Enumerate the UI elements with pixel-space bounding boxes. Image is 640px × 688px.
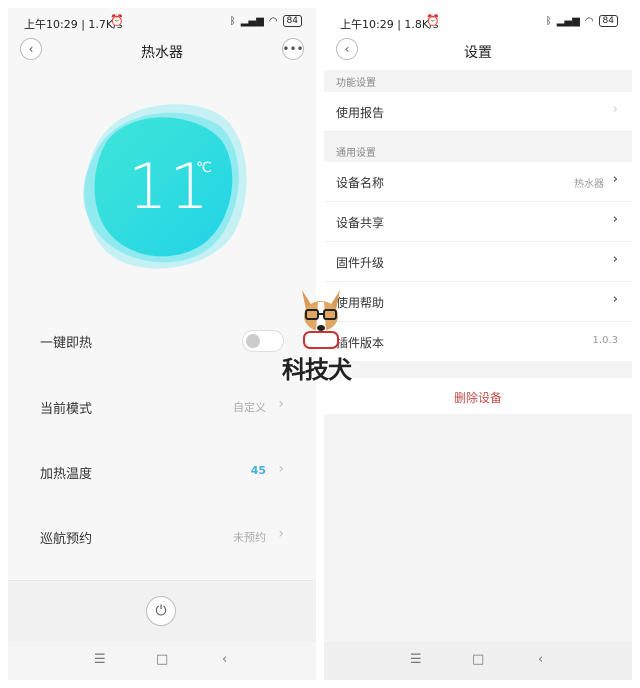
system-icons: ᛒ ▂▄▆ ◠ 84 [230, 15, 302, 27]
section-header-text: 通用设置 [336, 148, 376, 159]
home-nav-icon[interactable]: □ [472, 652, 484, 667]
system-nav-bar: ☰ □ ‹ [8, 642, 316, 680]
system-nav-bar: ☰ □ ‹ [324, 642, 632, 680]
heating-temperature-value: 45 [250, 464, 266, 477]
temperature-unit: ℃ [196, 160, 212, 176]
more-button[interactable]: ••• [282, 38, 304, 60]
cruise-schedule-value: 未预约 [233, 531, 266, 544]
delete-device-label: 删除设备 [453, 391, 502, 405]
list-item-plugin-version: 插件版本 1.0.3 [324, 322, 632, 361]
menu-nav-icon[interactable]: ☰ [410, 652, 422, 667]
chevron-right-icon: › [612, 292, 618, 307]
wifi-icon: ◠ [584, 15, 594, 27]
status-time: 上午10:29 | 1.7K/s [24, 18, 123, 31]
list-item-device-sharing[interactable]: 设备共享 › [324, 202, 632, 242]
status-bar: 上午10:29 | 1.7K/s ⏰ ᛒ ▂▄▆ ◠ 84 [8, 8, 316, 36]
system-icons: ᛒ ▂▄▆ ◠ 84 [546, 15, 618, 27]
item-label: 使用报告 [336, 106, 385, 120]
list-item-usage-report[interactable]: 使用报告 › [324, 92, 632, 132]
chevron-right-icon: › [612, 212, 618, 227]
current-mode-label: 当前模式 [40, 402, 93, 417]
cruise-schedule-row[interactable]: 巡航预约 未预约 › [8, 516, 316, 556]
section-header-text: 功能设置 [336, 78, 376, 89]
list-item-device-name[interactable]: 设备名称 热水器 › [324, 162, 632, 202]
settings-screen: 上午10:29 | 1.8K/s ⏰ ᛒ ▂▄▆ ◠ 84 ‹ 设置 功能设置 … [324, 8, 632, 680]
power-icon: ⏻ [155, 603, 167, 619]
cruise-schedule-label: 巡航预约 [40, 532, 93, 547]
menu-nav-icon[interactable]: ☰ [94, 652, 106, 667]
page-title: 热水器 [141, 45, 183, 61]
toggle-knob [246, 334, 260, 348]
quick-heat-label: 一键即热 [40, 336, 93, 351]
general-list: 设备名称 热水器 › 设备共享 › 固件升级 › 使用帮助 › 插件版本 1.0… [324, 162, 632, 361]
home-nav-icon[interactable]: □ [156, 652, 168, 667]
bluetooth-icon: ᛒ [545, 15, 552, 27]
back-nav-icon[interactable]: ‹ [222, 652, 227, 667]
current-mode-row[interactable]: 当前模式 自定义 › [8, 386, 316, 426]
chevron-right-icon: › [612, 102, 618, 117]
watermark: 科技犬 [276, 288, 366, 388]
chevron-right-icon: › [278, 526, 284, 542]
power-area: ⏻ [8, 580, 316, 643]
list-item-help[interactable]: 使用帮助 › [324, 282, 632, 322]
delete-device-button[interactable]: 删除设备 [324, 378, 632, 414]
heating-temperature-row[interactable]: 加热温度 45 › [8, 451, 316, 491]
item-label: 设备共享 [336, 216, 385, 230]
power-button[interactable]: ⏻ [146, 596, 176, 626]
alarm-icon: ⏰ [110, 14, 124, 27]
title-bar: ‹ 设置 [324, 36, 632, 70]
chevron-right-icon: › [612, 252, 618, 267]
list-item-firmware-upgrade[interactable]: 固件升级 › [324, 242, 632, 282]
wifi-icon: ◠ [268, 15, 278, 27]
more-dots-icon: ••• [282, 42, 304, 56]
item-label: 设备名称 [336, 176, 385, 190]
signal-icon: ▂▄▆ [556, 15, 580, 27]
status-time: 上午10:29 | 1.8K/s [340, 18, 439, 31]
alarm-icon: ⏰ [426, 14, 440, 27]
signal-icon: ▂▄▆ [240, 15, 264, 27]
item-label: 固件升级 [336, 256, 385, 270]
corgi-logo-icon [302, 290, 340, 349]
chevron-right-icon: › [612, 172, 618, 187]
back-nav-icon[interactable]: ‹ [538, 652, 543, 667]
watermark-text: 科技犬 [282, 355, 352, 384]
section-header-general: 通用设置 [324, 140, 632, 162]
current-mode-value: 自定义 [233, 401, 266, 414]
item-value: 热水器 [574, 179, 604, 190]
item-value: 1.0.3 [592, 335, 618, 346]
water-heater-screen: 上午10:29 | 1.7K/s ⏰ ᛒ ▂▄▆ ◠ 84 ‹ 热水器 ••• … [8, 8, 316, 680]
title-bar: ‹ 热水器 ••• [8, 36, 316, 66]
section-header-features: 功能设置 [324, 70, 632, 92]
battery-icon: 84 [282, 15, 302, 27]
chevron-right-icon: › [278, 396, 284, 412]
bluetooth-icon: ᛒ [229, 15, 236, 27]
battery-icon: 84 [598, 15, 618, 27]
quick-heat-row: 一键即热 [8, 320, 316, 360]
chevron-right-icon: › [278, 461, 284, 477]
features-list: 使用报告 › [324, 92, 632, 132]
page-title: 设置 [464, 45, 492, 61]
heating-temperature-label: 加热温度 [40, 467, 93, 482]
status-bar: 上午10:29 | 1.8K/s ⏰ ᛒ ▂▄▆ ◠ 84 [324, 8, 632, 36]
